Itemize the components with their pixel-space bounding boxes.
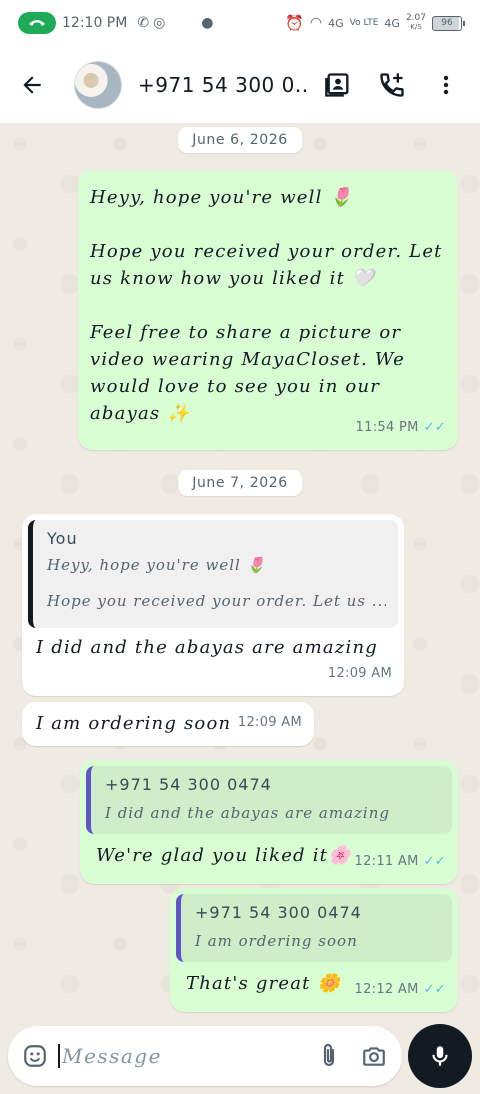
more-vert-icon[interactable] [424, 63, 468, 107]
incoming-message[interactable]: You Heyy, hope you're well 🌷 Hope you re… [22, 514, 404, 696]
message-time: 12:09 AM [327, 666, 392, 681]
net-speed: 2.07 K/S [406, 14, 426, 32]
camera-icon[interactable] [360, 1036, 388, 1076]
voice-record-button[interactable] [408, 1024, 472, 1088]
net-speed-value: 2.07 [405, 13, 426, 23]
quote-author: +971 54 300 0474 [105, 775, 272, 794]
contact-name[interactable]: +971 54 300 0... [138, 73, 306, 97]
date-divider: June 7, 2026 [178, 470, 302, 496]
quote-text: Heyy, hope you're well 🌷 [47, 556, 267, 574]
chat-area[interactable]: June 6, 2026 Heyy, hope you're well 🌷 Ho… [0, 124, 480, 1024]
message-time: 12:11 AM [354, 854, 419, 869]
date-divider: June 6, 2026 [178, 127, 302, 153]
notification-dot-icon: ● [201, 15, 214, 31]
message-time: 12:09 AM [237, 715, 302, 730]
avatar[interactable] [74, 60, 122, 109]
message-meta: 12:12 AM ✓✓ [355, 976, 447, 1003]
quote-author: +971 54 300 0474 [195, 903, 362, 922]
message-text: I did and the abayas are amazing [36, 637, 378, 658]
signal-4g-icon-2: 4G [384, 16, 400, 30]
alarm-icon: ⏰ [285, 14, 304, 32]
ongoing-call-indicator[interactable] [18, 12, 56, 34]
contact-card-icon[interactable] [316, 63, 360, 107]
mic-icon [432, 1046, 448, 1066]
message-meta: 12:09 AM [238, 709, 302, 736]
quote-text-2: Hope you received your order. Let us ... [47, 592, 386, 610]
emoji-icon[interactable] [22, 1041, 48, 1071]
signal-4g-icon: 4G [328, 16, 344, 30]
battery-icon: 96 [432, 15, 465, 31]
read-ticks-icon: ✓✓ [423, 982, 446, 997]
volte-icon: Vo LTE [349, 18, 379, 28]
read-ticks-icon: ✓✓ [423, 854, 446, 869]
incoming-message[interactable]: I am ordering soon 12:09 AM [22, 702, 314, 746]
message-meta: 12:09 AM [328, 660, 392, 687]
message-composer [8, 1026, 402, 1086]
message-meta: 11:54 PM ✓✓ [356, 414, 446, 441]
message-input[interactable] [58, 1044, 307, 1068]
wifi-icon: ◠ [309, 15, 323, 31]
status-bar: 12:10 PM ✆ ◎ ● ⏰ ◠ 4G Vo LTE 4G 2.07 K/S… [0, 0, 480, 46]
outgoing-message[interactable]: +971 54 300 0474 I did and the abayas ar… [80, 760, 458, 884]
composer-bar [0, 1024, 480, 1094]
quote-author: You [47, 529, 78, 548]
quoted-message[interactable]: +971 54 300 0474 I am ordering soon [176, 894, 452, 962]
read-ticks-icon: ✓✓ [423, 420, 446, 435]
quoted-message[interactable]: You Heyy, hope you're well 🌷 Hope you re… [28, 520, 398, 628]
back-arrow-icon[interactable] [12, 65, 52, 105]
quote-text: I did and the abayas are amazing [105, 804, 390, 822]
message-text: I am ordering soon [36, 713, 232, 734]
message-text: Heyy, hope you're well 🌷 Hope you receiv… [90, 187, 443, 424]
outgoing-message[interactable]: Heyy, hope you're well 🌷 Hope you receiv… [78, 170, 458, 450]
attach-icon[interactable] [315, 1036, 342, 1076]
quote-text: I am ordering soon [195, 932, 358, 950]
net-speed-unit: K/S [410, 23, 422, 31]
whatsapp-icon: ◎ [153, 15, 166, 31]
chat-header: +971 54 300 0... [0, 46, 480, 124]
outgoing-message[interactable]: +971 54 300 0474 I am ordering soon That… [170, 888, 458, 1012]
phone-call-icon: ✆ [137, 15, 150, 31]
status-time: 12:10 PM [62, 15, 128, 31]
quoted-message[interactable]: +971 54 300 0474 I did and the abayas ar… [86, 766, 452, 834]
phone-icon [29, 20, 45, 26]
message-time: 12:12 AM [354, 982, 419, 997]
battery-level: 96 [441, 18, 453, 28]
message-meta: 12:11 AM ✓✓ [355, 848, 447, 875]
add-call-icon[interactable] [370, 63, 414, 107]
message-time: 11:54 PM [355, 420, 419, 435]
